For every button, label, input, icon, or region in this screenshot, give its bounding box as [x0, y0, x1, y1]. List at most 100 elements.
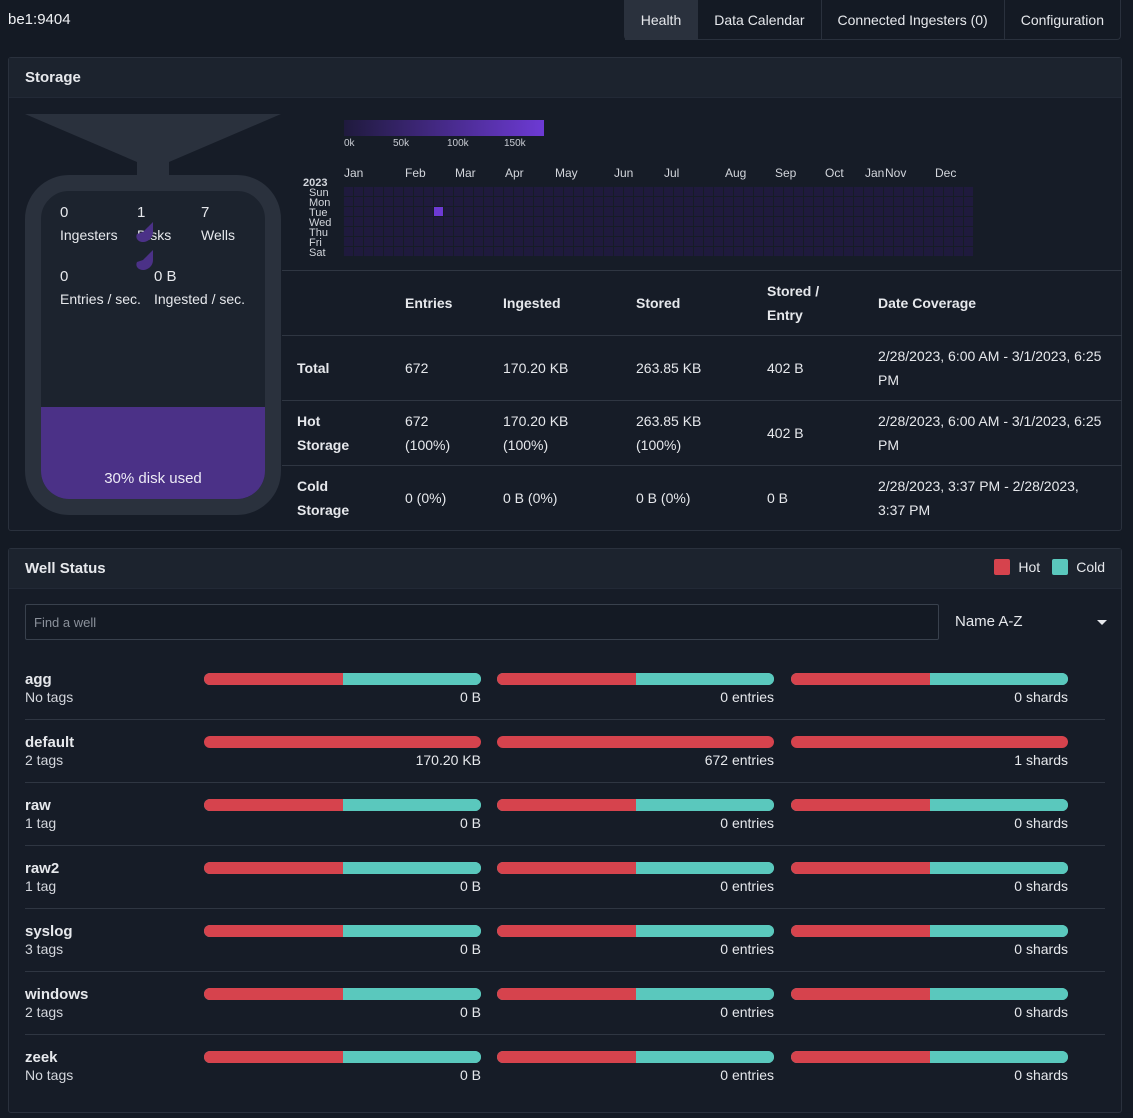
heatmap-cell [354, 237, 363, 246]
heatmap-cell [754, 207, 763, 216]
well-row[interactable]: raw 1 tag 0 B 0 entries 0 shards [25, 783, 1105, 846]
heatmap-cell [564, 227, 573, 236]
well-row[interactable]: raw2 1 tag 0 B 0 entries 0 shards [25, 846, 1105, 909]
heatmap-cell [564, 237, 573, 246]
heatmap-cell [944, 187, 953, 196]
heatmap-cell [554, 227, 563, 236]
heatmap-cell [404, 207, 413, 216]
heatmap-cell [414, 187, 423, 196]
heatmap-cell [394, 197, 403, 206]
well-row[interactable]: agg No tags 0 B 0 entries 0 shards [25, 657, 1105, 720]
heatmap-cell [344, 197, 353, 206]
heatmap-cell [744, 227, 753, 236]
heatmap-cell [534, 197, 543, 206]
heatmap-cell [524, 237, 533, 246]
heatmap-cell [544, 217, 553, 226]
heatmap-cell [514, 197, 523, 206]
stat-ingesters-label: Ingesters [60, 227, 118, 243]
well-row[interactable]: windows 2 tags 0 B 0 entries 0 shards [25, 972, 1105, 1035]
well-shards-value: 0 shards [1014, 941, 1068, 957]
table-cell: 170.20 KB [488, 335, 621, 401]
heatmap-cell [794, 207, 803, 216]
heatmap-cell [744, 187, 753, 196]
hot-cold-bar [204, 736, 481, 748]
hot-cold-bar [204, 988, 481, 1000]
heatmap-cell [574, 237, 583, 246]
tab-configuration[interactable]: Configuration [1003, 0, 1120, 40]
table-cell: 672 (100%) [390, 400, 488, 466]
heatmap-cell [744, 237, 753, 246]
heatmap-cell [774, 227, 783, 236]
heatmap-cell [554, 187, 563, 196]
tab-connected-ingesters[interactable]: Connected Ingesters (0) [820, 0, 1004, 40]
heatmap-cell [624, 237, 633, 246]
heatmap-cell [904, 187, 913, 196]
heatmap-cell [344, 187, 353, 196]
heatmap-cell [754, 237, 763, 246]
heatmap-cell [794, 237, 803, 246]
heatmap-cell [514, 187, 523, 196]
sort-select[interactable]: Name A-Z [955, 604, 1107, 640]
heatmap-cell [434, 237, 443, 246]
heatmap-cell [574, 197, 583, 206]
hot-cold-legend: Hot Cold [982, 559, 1105, 575]
heatmap-cell [424, 227, 433, 236]
heatmap-cell [614, 207, 623, 216]
heatmap-cell [544, 197, 553, 206]
heatmap-cell [624, 227, 633, 236]
heatmap-cell [784, 207, 793, 216]
heatmap-cell [404, 237, 413, 246]
heatmap-cell [344, 227, 353, 236]
heatmap-cell [584, 187, 593, 196]
hot-cold-bar [204, 799, 481, 811]
heatmap-cell [474, 227, 483, 236]
heatmap-cell [354, 187, 363, 196]
heatmap-cell [544, 237, 553, 246]
stat-wells-value: 7 [201, 204, 210, 221]
heatmap-cell [784, 237, 793, 246]
well-size-value: 0 B [459, 1004, 481, 1020]
heatmap-cell [824, 207, 833, 216]
heatmap-cell [954, 207, 963, 216]
table-cell: 0 (0%) [405, 490, 447, 507]
stat-ingested-label: Ingested / sec. [154, 291, 246, 307]
well-row[interactable]: default 2 tags 170.20 KB 672 entries 1 shard… [25, 720, 1105, 783]
tab-health[interactable]: Health [624, 0, 698, 40]
heatmap-cell [644, 237, 653, 246]
heatmap-cell [774, 237, 783, 246]
heatmap-cell [754, 197, 763, 206]
heatmap-cell [384, 187, 393, 196]
hot-cold-bar [791, 1051, 1068, 1063]
heatmap-cell [894, 187, 903, 196]
heatmap-cell [674, 237, 683, 246]
heatmap-cell [844, 207, 853, 216]
heatmap-cell [364, 217, 373, 226]
heatmap-cell [464, 187, 473, 196]
stat-eps-value: 0 [60, 268, 69, 285]
heatmap-cell [694, 197, 703, 206]
heatmap-cell [924, 217, 933, 226]
heatmap-cell [864, 247, 873, 256]
hot-segment [204, 925, 343, 937]
heatmap-cell [404, 247, 413, 256]
heatmap-cell [534, 237, 543, 246]
heatmap-cell [774, 197, 783, 206]
find-well-input[interactable] [25, 604, 939, 640]
heatmap-cell [814, 187, 823, 196]
well-name: syslog [25, 923, 73, 940]
heatmap-cell [914, 197, 923, 206]
hot-cold-bar [791, 988, 1068, 1000]
hot-segment [497, 925, 636, 937]
heatmap-cell [714, 247, 723, 256]
heatmap-cell [574, 247, 583, 256]
heatmap-cell [664, 227, 673, 236]
well-row[interactable]: syslog 3 tags 0 B 0 entries 0 shards [25, 909, 1105, 972]
heatmap-legend-bar [344, 120, 544, 136]
heatmap-cell [854, 197, 863, 206]
heatmap-cell [524, 197, 533, 206]
well-row[interactable]: zeek No tags 0 B 0 entries 0 shards [25, 1035, 1105, 1098]
heatmap-cell [714, 237, 723, 246]
heatmap-cell [814, 227, 823, 236]
stat-wells-label: Wells [201, 227, 235, 243]
tab-data-calendar[interactable]: Data Calendar [697, 0, 820, 40]
